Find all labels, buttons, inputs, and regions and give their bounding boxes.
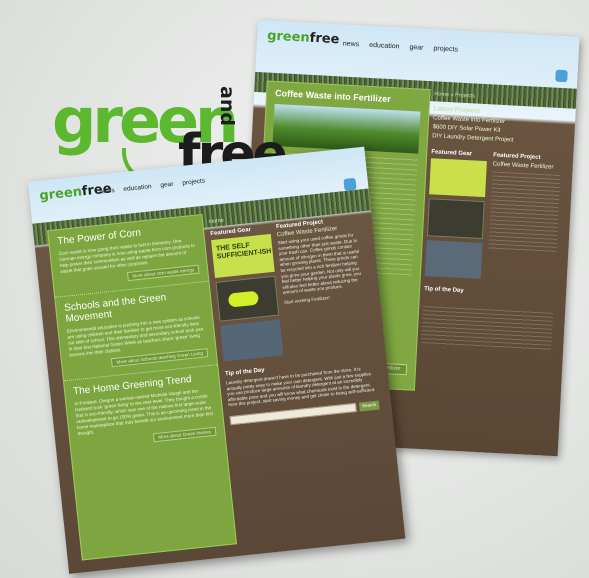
front-sidebar: Home Featured Gear THE SELF SUFFICIENT-I… [209, 204, 380, 426]
back-featured: Featured Gear Featured Project Coffee Wa… [424, 149, 562, 283]
front-page-mockup: greenfree news education gear projects T… [28, 146, 406, 574]
back-nav-education[interactable]: education [369, 42, 400, 51]
article-more-button[interactable]: More about corn waste energy [126, 264, 200, 282]
back-nav-projects[interactable]: projects [433, 45, 458, 53]
search-input[interactable] [229, 402, 357, 426]
gear-product-image[interactable] [215, 275, 280, 322]
front-nav-education[interactable]: education [123, 183, 152, 193]
book-cover-image[interactable] [429, 158, 487, 198]
back-tip-text [421, 306, 554, 353]
back-featured-gear: Featured Gear [424, 149, 488, 280]
featured-project-body: Start using your used coffee grinds for … [277, 232, 362, 296]
back-featured-gear-label: Featured Gear [431, 149, 473, 158]
back-featured-project-label: Featured Project [493, 152, 541, 161]
back-nav-gear[interactable]: gear [409, 44, 423, 52]
front-nav: news education gear projects [99, 178, 205, 196]
front-featured: Featured Gear THE SELF SUFFICIENT-ISH Fe… [210, 216, 373, 362]
gear-photo-image[interactable] [424, 240, 483, 280]
article-more-button[interactable]: More about Green Homes [152, 426, 217, 443]
book-cover-text: THE SELF SUFFICIENT-ISH [215, 242, 272, 261]
tip-of-day: Tip of the Day Laundry detergent doesn't… [225, 356, 378, 408]
gear-photo-image[interactable] [220, 319, 284, 362]
gear-product-image[interactable] [426, 198, 485, 240]
back-nav-news[interactable]: news [343, 40, 360, 48]
back-sidebar: Home » Projects Latest Projects Coffee W… [421, 91, 564, 353]
search-button[interactable]: Search [358, 400, 380, 412]
article-schools: Schools and the Green Movement Environme… [55, 281, 218, 382]
front-featured-project: Featured Project Coffee Waste Fertilizer… [276, 216, 373, 355]
front-main-panel: The Power of Corn Corn waste is now goin… [47, 213, 237, 561]
article-home-greening: The Home Greening Trend In Portland, Ore… [64, 365, 225, 459]
back-tip-heading: Tip of the Day [423, 286, 464, 295]
front-featured-gear: Featured Gear THE SELF SUFFICIENT-ISH [210, 225, 284, 362]
front-nav-gear[interactable]: gear [160, 181, 174, 189]
front-nav-projects[interactable]: projects [182, 178, 205, 187]
logo-and-text: and [216, 86, 238, 126]
promo-composition: greenfree news education gear projects C… [0, 0, 589, 578]
field-photo [272, 103, 421, 154]
book-cover-image[interactable]: THE SELF SUFFICIENT-ISH [211, 233, 275, 278]
back-featured-project: Featured Project Coffee Waste Fertilizer [487, 153, 562, 283]
back-featured-project-text [488, 171, 561, 255]
back-featured-project-title[interactable]: Coffee Waste Fertilizer [493, 161, 561, 171]
rss-icon[interactable] [555, 69, 568, 83]
front-nav-news[interactable]: news [99, 187, 115, 196]
